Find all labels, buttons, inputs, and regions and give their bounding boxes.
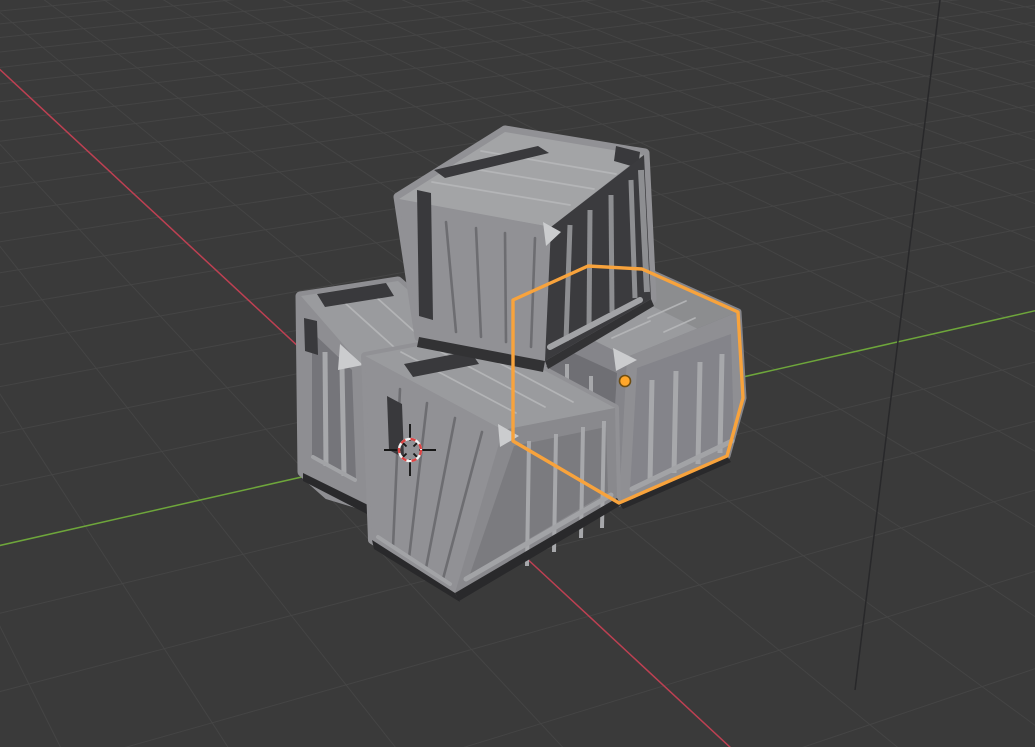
blender-3d-viewport[interactable] xyxy=(0,0,1035,747)
crate-front-side-slot xyxy=(387,396,404,458)
crate-back-left-side-slot xyxy=(304,318,318,355)
crate-top-side-slot xyxy=(417,190,433,320)
object-origin-dot xyxy=(618,374,632,388)
